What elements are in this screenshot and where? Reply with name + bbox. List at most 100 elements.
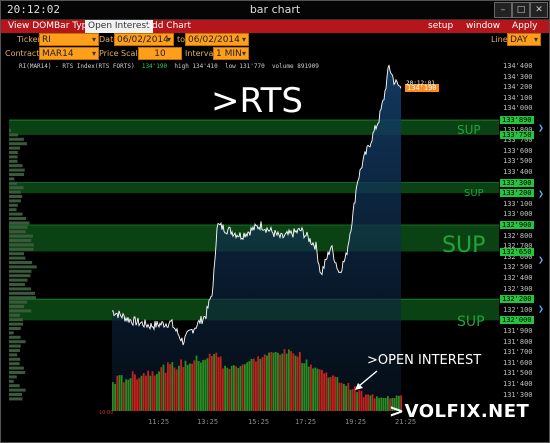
price-chart[interactable]	[1, 1, 549, 442]
open-interest-bar	[288, 349, 290, 411]
open-interest-bar	[378, 398, 380, 411]
volume-profile-bar	[9, 221, 30, 225]
open-interest-bar	[158, 371, 160, 411]
open-interest-bar	[191, 363, 193, 411]
volume-profile-bar	[9, 344, 21, 348]
open-interest-bar	[193, 360, 196, 411]
price-tick-label: 134'300	[503, 72, 533, 81]
open-interest-bar	[305, 359, 308, 411]
time-tick-label: 13:25	[197, 418, 219, 426]
open-interest-bar	[118, 375, 121, 411]
open-interest-bar	[164, 372, 167, 411]
open-interest-bar	[211, 356, 213, 411]
open-interest-bar	[301, 363, 303, 411]
volume-profile-bar	[9, 384, 20, 388]
open-interest-bar	[274, 352, 277, 411]
volume-profile-bar	[9, 195, 23, 198]
volume-profile-bar	[9, 212, 23, 216]
open-interest-bar	[261, 357, 264, 411]
open-interest-bar	[178, 365, 180, 411]
scroll-right-icon[interactable]: ❯	[538, 256, 544, 264]
volume-profile-bar	[9, 234, 33, 238]
open-interest-bar	[142, 373, 145, 411]
open-interest-bar	[206, 358, 209, 411]
price-tick-label: 133'100	[503, 199, 533, 208]
open-interest-bar	[215, 352, 218, 411]
price-tick-label: 131'300	[503, 390, 533, 399]
open-interest-bar	[189, 363, 191, 411]
volume-profile-bar	[9, 142, 27, 146]
open-interest-bar	[255, 361, 257, 411]
open-interest-bar	[338, 382, 341, 411]
scroll-right-icon[interactable]: ❯	[538, 305, 544, 313]
volume-profile-bar	[9, 203, 18, 207]
volume-profile-bar	[9, 318, 23, 322]
open-interest-bar	[281, 353, 284, 411]
support-price-marker: 133'750	[500, 130, 534, 139]
volume-profile-bar	[9, 199, 21, 203]
open-interest-bar	[134, 374, 136, 411]
volume-profile-bar	[9, 164, 23, 168]
open-interest-bar	[290, 351, 292, 411]
open-interest-bar	[323, 373, 325, 411]
volume-profile-bar	[9, 252, 25, 256]
support-label: SUP	[457, 314, 485, 330]
support-price-marker: 132'000	[500, 316, 534, 325]
open-interest-bar	[241, 364, 244, 411]
open-interest-bar	[316, 368, 319, 411]
open-interest-bar	[125, 379, 127, 411]
open-interest-bar	[351, 389, 354, 411]
open-interest-bar	[112, 382, 114, 411]
open-interest-bar	[120, 375, 123, 411]
open-interest-bar	[325, 372, 328, 411]
open-interest-bar	[277, 352, 279, 411]
volume-profile-bar	[9, 357, 21, 361]
volume-profile-bar	[9, 168, 25, 172]
volume-profile-bar	[9, 313, 20, 317]
last-price-time: 20:12:01	[406, 80, 435, 87]
open-interest-bar	[202, 360, 204, 411]
open-interest-bar	[362, 397, 365, 411]
volume-profile-bar	[9, 375, 17, 379]
open-interest-bar	[257, 356, 259, 411]
price-tick-label: 132'800	[503, 231, 533, 240]
open-interest-bar	[371, 394, 374, 411]
volume-profile-bar	[9, 287, 32, 291]
volume-profile-bar	[9, 362, 20, 366]
volume-profile-bar	[9, 353, 18, 357]
open-interest-bar	[369, 395, 372, 411]
open-interest-bar	[279, 354, 281, 411]
open-interest-bar	[153, 375, 156, 411]
open-interest-bar	[149, 375, 152, 411]
open-interest-bar	[222, 368, 224, 411]
volume-profile-bar	[9, 146, 21, 150]
volume-profile-bar	[9, 181, 18, 185]
volume-profile-bar	[9, 225, 28, 229]
open-interest-bar	[270, 351, 273, 411]
support-label: SUP	[457, 123, 481, 137]
price-tick-label: 131'700	[503, 348, 533, 357]
open-interest-bar	[200, 362, 202, 411]
scroll-right-icon[interactable]: ❯	[538, 124, 544, 132]
open-interest-bar	[259, 358, 262, 411]
price-tick-label: 131'500	[503, 369, 533, 378]
open-interest-bar	[180, 359, 182, 411]
open-interest-bar	[173, 367, 176, 411]
open-interest-bar	[268, 352, 270, 411]
volume-profile-bar	[9, 177, 15, 181]
scroll-right-icon[interactable]: ❯	[538, 190, 544, 198]
open-interest-bar	[224, 365, 226, 411]
volume-profile-bar	[9, 388, 26, 392]
open-interest-bar	[233, 365, 235, 411]
open-interest-bar	[182, 366, 185, 411]
support-zone	[9, 120, 499, 135]
volume-profile-bar	[9, 129, 11, 132]
open-interest-overlay-label: >OPEN INTEREST	[367, 353, 482, 368]
open-interest-bar	[162, 364, 165, 411]
volume-profile-bar	[9, 217, 26, 220]
volume-profile-bar	[9, 349, 20, 352]
volume-profile-bar	[9, 283, 25, 286]
volume-profile-bar	[9, 159, 18, 163]
open-interest-bar	[156, 374, 158, 411]
open-interest-bar	[226, 367, 229, 411]
